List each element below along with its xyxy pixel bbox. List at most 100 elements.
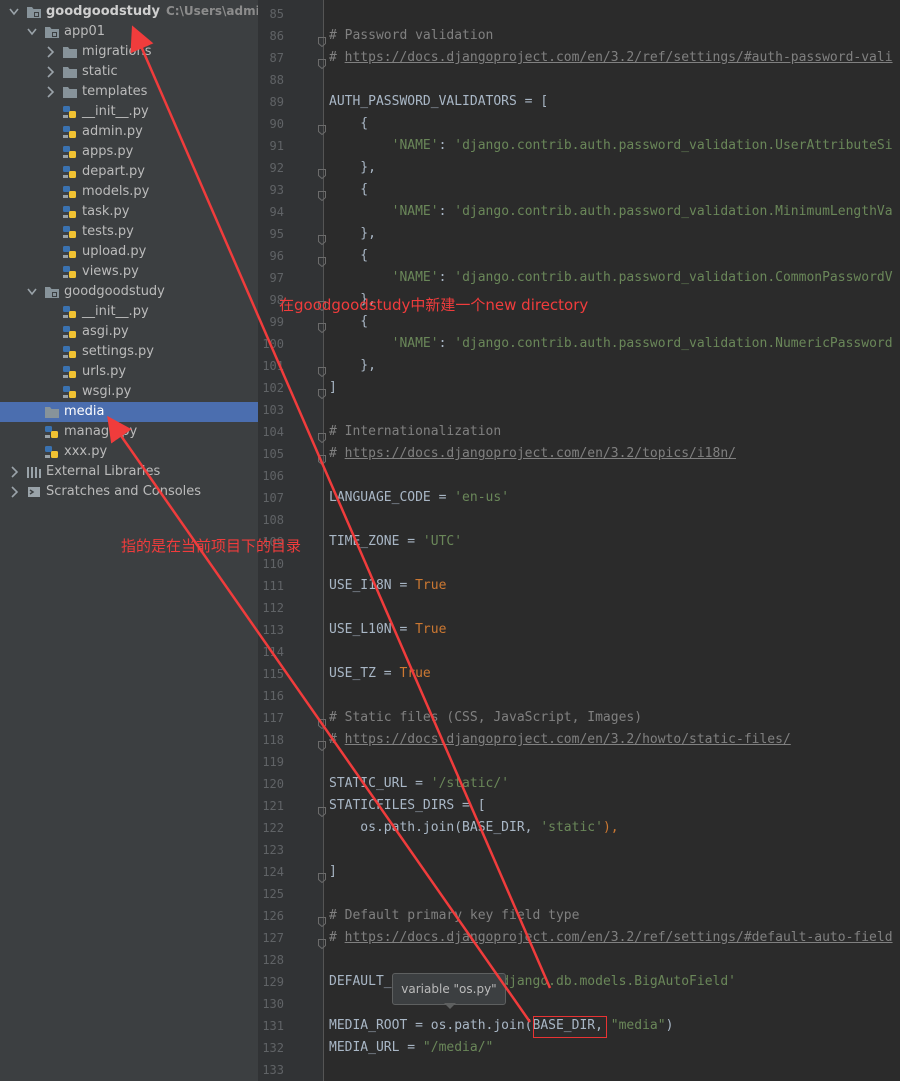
line-number: 115 [262,667,284,681]
project-tree-item[interactable]: static [0,62,258,82]
folder-icon [62,65,78,79]
project-tree-item[interactable]: Scratches and Consoles [0,482,258,502]
code-line[interactable]: DEFAULT_AUTO_FIELD = 'django.db.models.B… [329,974,736,989]
project-tree-item[interactable]: views.py [0,262,258,282]
code-line[interactable]: USE_I18N = True [329,578,446,593]
fold-marker-icon[interactable] [318,32,326,48]
fold-marker-icon[interactable] [318,120,326,136]
project-tree-item[interactable]: asgi.py [0,322,258,342]
project-tree-item[interactable]: goodgoodstudyC:\Users\admin\De [0,2,258,22]
code-token: USE_TZ = [329,666,400,681]
code-line[interactable]: MEDIA_ROOT = os.path.join(BASE_DIR, "med… [329,1018,673,1033]
chevron-right-icon[interactable] [9,485,19,499]
code-line[interactable]: MEDIA_URL = "/media/" [329,1040,493,1055]
line-number: 119 [262,755,284,769]
code-line[interactable]: }, [329,160,376,175]
fold-marker-icon[interactable] [318,450,326,466]
project-tree-item[interactable]: models.py [0,182,258,202]
project-tree-item[interactable]: task.py [0,202,258,222]
project-tree-item[interactable]: External Libraries [0,462,258,482]
fold-marker-icon[interactable] [318,164,326,180]
code-line[interactable]: STATICFILES_DIRS = [ [329,798,486,813]
code-line[interactable]: LANGUAGE_CODE = 'en-us' [329,490,509,505]
fold-marker-icon[interactable] [318,736,326,752]
fold-marker-icon[interactable] [318,714,326,730]
chevron-right-icon[interactable] [45,45,55,59]
code-line[interactable]: # Internationalization [329,424,501,439]
fold-marker-icon[interactable] [318,802,326,818]
chevron-down-icon[interactable] [27,25,37,39]
fold-marker-icon[interactable] [318,54,326,70]
code-line[interactable]: ] [329,864,337,879]
project-tree-item[interactable]: templates [0,82,258,102]
code-line[interactable]: USE_TZ = True [329,666,431,681]
code-line[interactable]: 'NAME': 'django.contrib.auth.password_va… [329,336,893,351]
fold-marker-icon[interactable] [318,428,326,444]
code-token: 'django.db.models.BigAutoField' [493,974,737,989]
project-tree-item[interactable]: settings.py [0,342,258,362]
project-tree-item[interactable]: media [0,402,258,422]
code-line[interactable]: # Password validation [329,28,493,43]
fold-marker-icon[interactable] [318,186,326,202]
code-line[interactable]: { [329,248,368,263]
line-number: 122 [262,821,284,835]
project-tree-item[interactable]: __init__.py [0,102,258,122]
fold-marker-icon[interactable] [318,318,326,334]
code-line[interactable]: # Static files (CSS, JavaScript, Images) [329,710,642,725]
line-number: 111 [262,579,284,593]
chevron-right-icon[interactable] [45,65,55,79]
code-line[interactable]: # https://docs.djangoproject.com/en/3.2/… [329,930,893,945]
code-token: 'django.contrib.auth.password_validation… [454,270,893,285]
code-token: "media" [610,1018,666,1033]
code-line[interactable]: }, [329,226,376,241]
code-line[interactable]: { [329,314,368,329]
project-tree-item[interactable]: depart.py [0,162,258,182]
code-line[interactable]: # https://docs.djangoproject.com/en/3.2/… [329,50,893,65]
fold-marker-icon[interactable] [318,934,326,950]
code-token: os.path.join(BASE_DIR, [329,820,541,835]
project-tree-item[interactable]: goodgoodstudy [0,282,258,302]
project-tree-item[interactable]: tests.py [0,222,258,242]
project-tree-item[interactable]: __init__.py [0,302,258,322]
code-line[interactable]: TIME_ZONE = 'UTC' [329,534,462,549]
fold-marker-icon[interactable] [318,230,326,246]
fold-marker-icon[interactable] [318,384,326,400]
tree-item-label: apps.py [82,144,134,159]
code-line[interactable]: { [329,182,368,197]
chevron-right-icon[interactable] [45,85,55,99]
code-line[interactable]: AUTH_PASSWORD_VALIDATORS = [ [329,94,548,109]
line-number: 102 [262,381,284,395]
code-line[interactable]: # https://docs.djangoproject.com/en/3.2/… [329,446,736,461]
project-tree-item[interactable]: apps.py [0,142,258,162]
project-tree-item[interactable]: urls.py [0,362,258,382]
fold-marker-icon[interactable] [318,362,326,378]
code-line[interactable]: }, [329,358,376,373]
line-number: 89 [269,95,284,109]
chevron-down-icon[interactable] [27,285,37,299]
tree-item-label: templates [82,84,148,99]
chevron-right-icon[interactable] [9,465,19,479]
project-tree-item[interactable]: wsgi.py [0,382,258,402]
project-tree-item[interactable]: upload.py [0,242,258,262]
project-tree-item[interactable]: admin.py [0,122,258,142]
code-line[interactable]: 'NAME': 'django.contrib.auth.password_va… [329,270,893,285]
tree-item-label: depart.py [82,164,145,179]
project-tree-item[interactable]: manage.py [0,422,258,442]
code-line[interactable]: 'NAME': 'django.contrib.auth.password_va… [329,204,893,219]
code-line[interactable]: ] [329,380,337,395]
fold-marker-icon[interactable] [318,912,326,928]
line-number: 88 [269,73,284,87]
code-line[interactable]: USE_L10N = True [329,622,446,637]
code-line[interactable]: os.path.join(BASE_DIR, 'static'), [329,820,618,835]
project-tree-item[interactable]: migrations [0,42,258,62]
code-line[interactable]: # Default primary key field type [329,908,579,923]
code-line[interactable]: 'NAME': 'django.contrib.auth.password_va… [329,138,893,153]
project-tree-item[interactable]: xxx.py [0,442,258,462]
chevron-down-icon[interactable] [9,5,19,19]
code-line[interactable]: STATIC_URL = '/static/' [329,776,509,791]
fold-marker-icon[interactable] [318,252,326,268]
code-line[interactable]: # https://docs.djangoproject.com/en/3.2/… [329,732,791,747]
fold-marker-icon[interactable] [318,868,326,884]
project-tree-item[interactable]: app01 [0,22,258,42]
code-line[interactable]: { [329,116,368,131]
